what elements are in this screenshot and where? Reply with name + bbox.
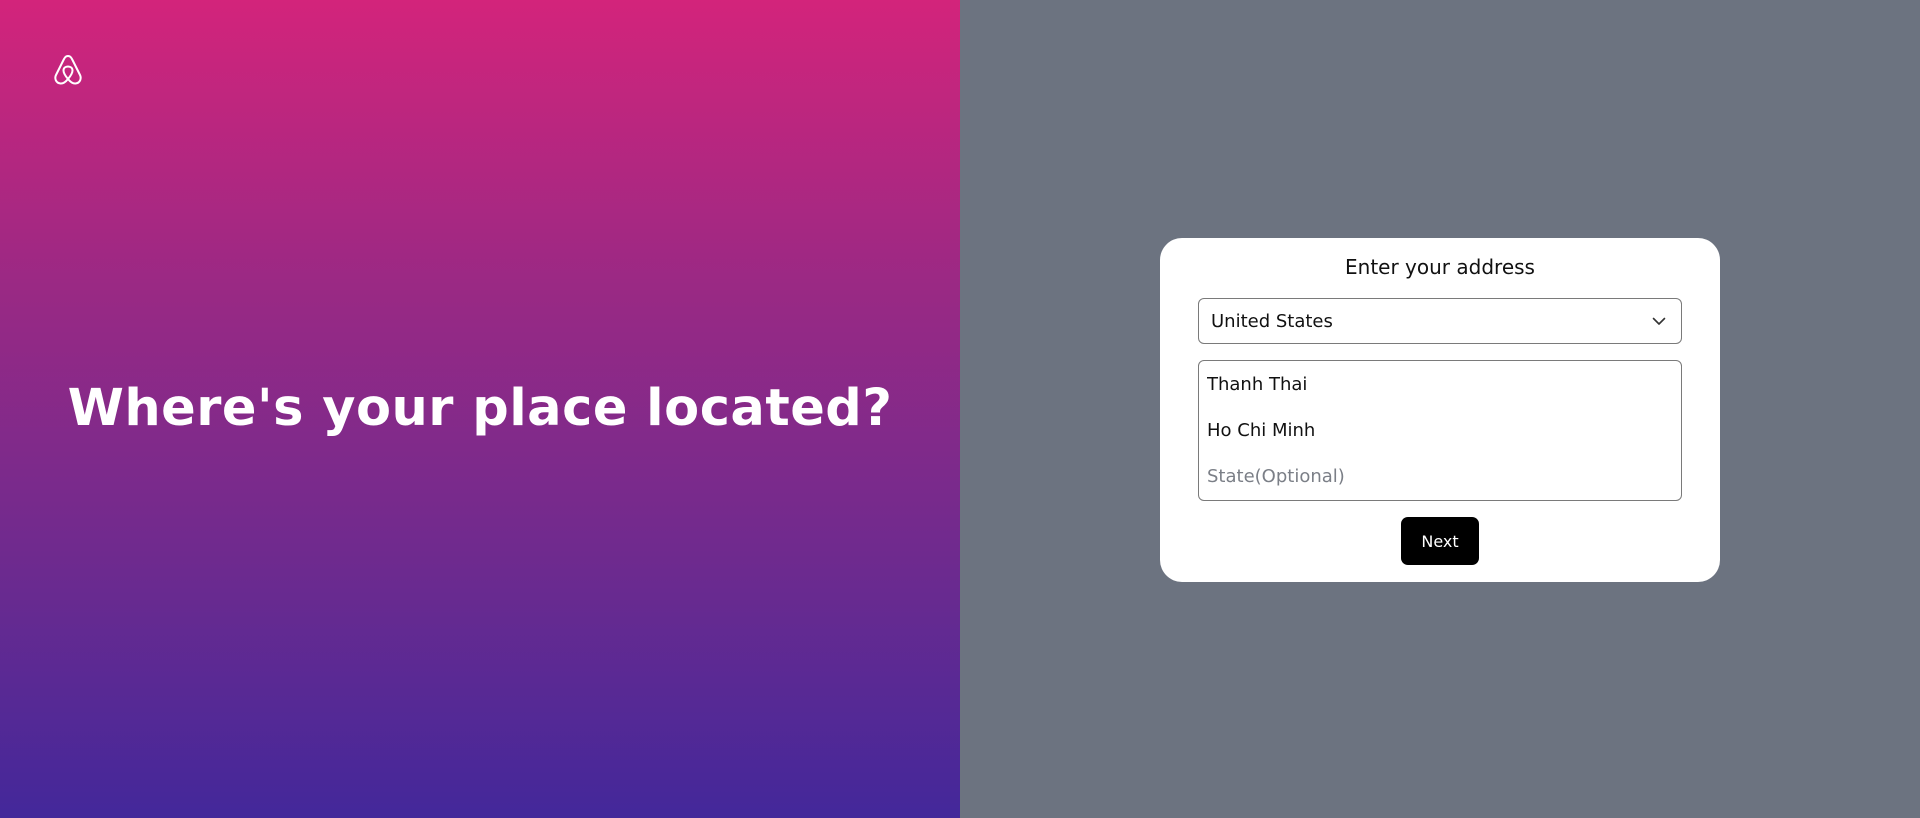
airbnb-logo-icon[interactable] (52, 53, 84, 87)
page: Where's your place located? Enter your a… (0, 0, 1920, 818)
state-input[interactable] (1199, 453, 1681, 499)
chevron-down-icon (1652, 317, 1666, 325)
page-title: Where's your place located? (67, 379, 893, 438)
country-select[interactable]: United States (1198, 298, 1682, 344)
card-title: Enter your address (1345, 255, 1535, 279)
address-card: Enter your address United States Next (1160, 238, 1720, 582)
hero-panel: Where's your place located? (0, 0, 960, 818)
next-button[interactable]: Next (1401, 517, 1479, 565)
form-panel: Enter your address United States Next (960, 0, 1920, 818)
address-fields (1198, 360, 1682, 501)
street-input[interactable] (1199, 361, 1681, 407)
city-input[interactable] (1199, 407, 1681, 453)
country-select-value: United States (1211, 310, 1333, 332)
